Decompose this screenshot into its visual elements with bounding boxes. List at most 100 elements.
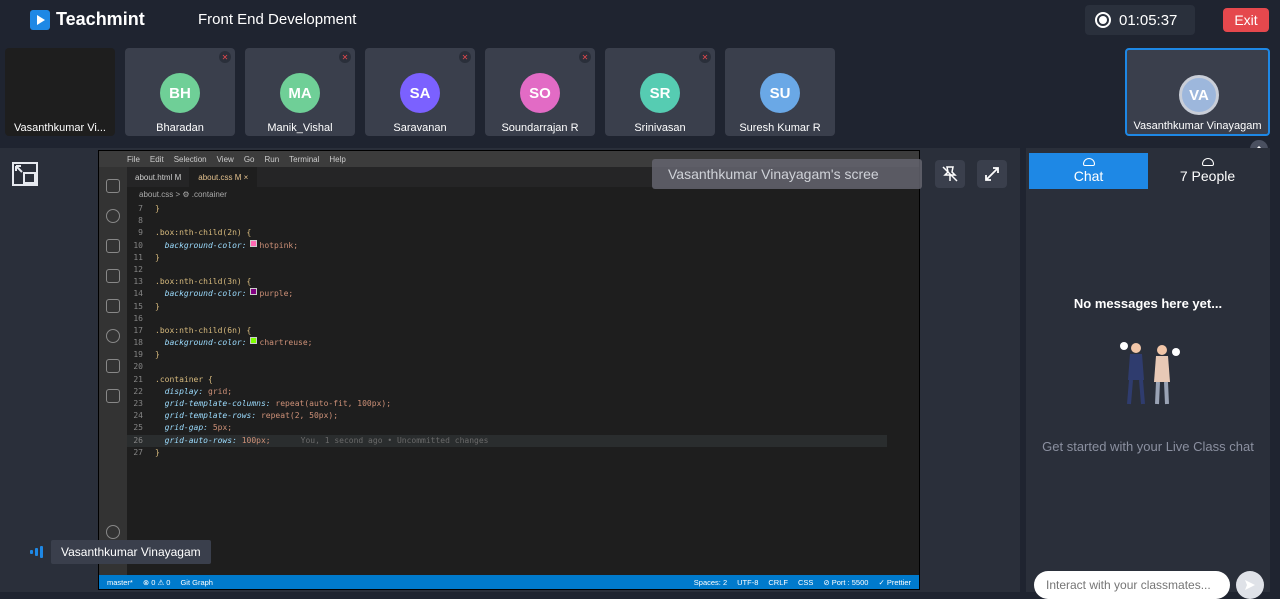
code-text: background-color:	[155, 289, 247, 299]
chat-input[interactable]	[1034, 571, 1230, 599]
line-number: 13	[133, 277, 143, 287]
code-line: 24 grid-template-rows: repeat(2, 50px);	[127, 410, 887, 422]
editor-menu-item: Go	[243, 154, 255, 164]
mic-off-icon: ✕	[459, 51, 471, 63]
tab-people-label: 7 People	[1179, 168, 1236, 184]
send-icon	[1245, 580, 1255, 590]
line-number: 23	[133, 399, 143, 408]
docker-icon	[106, 359, 120, 373]
shared-screen: File Edit Selection View Go Run Terminal Help a…	[98, 150, 920, 590]
code-line: 26 grid-auto-rows: 100px; You, 1 second a…	[127, 434, 887, 447]
editor-tab: about.css M ×	[190, 167, 258, 187]
speaker-name: Vasanthkumar Vinayagam	[51, 540, 211, 564]
code-value: 100px;	[241, 435, 271, 445]
mic-off-icon: ✕	[579, 51, 591, 63]
git-blame-annotation: You, 1 second ago • Uncommitted changes	[300, 435, 489, 445]
exit-button[interactable]: Exit	[1223, 8, 1269, 32]
participant-tile[interactable]: SR ✕ Srinivasan	[605, 48, 715, 136]
participant-name: Vasanthkumar Vi...	[14, 122, 106, 134]
participant-tile[interactable]: Vasanthkumar Vi...	[5, 48, 115, 136]
avatar: SA	[400, 73, 440, 113]
color-swatch	[249, 337, 257, 345]
editor-tab: about.html M	[127, 167, 191, 187]
code-line: 15}	[127, 301, 887, 313]
tab-chat[interactable]: Chat	[1029, 153, 1148, 189]
extensions-icon	[106, 299, 120, 313]
code-line: 9 .box:nth-child(2n) {	[127, 227, 887, 239]
code-text: .container {	[155, 374, 213, 384]
line-number: 22	[133, 386, 143, 396]
avatar: SR	[640, 73, 680, 113]
line-number: 19	[133, 350, 143, 360]
recording-timer[interactable]: 01:05:37	[1085, 5, 1195, 35]
line-number: 8	[138, 216, 143, 226]
code-line: 17 .box:nth-child(6n) {	[127, 325, 887, 337]
line-number: 9	[138, 228, 143, 238]
avatar: SO	[520, 73, 560, 113]
line-number: 24	[133, 411, 143, 421]
code-value: repeat(auto-fit, 100px);	[275, 399, 392, 408]
record-icon	[1095, 12, 1111, 28]
send-button[interactable]	[1236, 571, 1264, 599]
status-item: ⊘ Port : 5500	[823, 577, 869, 587]
tab-chat-label: Chat	[1073, 168, 1104, 184]
timer-text: 01:05:37	[1119, 11, 1178, 29]
avatar: BH	[160, 73, 200, 113]
code-line: 8	[127, 215, 887, 227]
code-line: 20	[127, 361, 887, 373]
empty-chat-title: No messages here yet...	[1073, 296, 1223, 311]
unpin-icon	[942, 166, 958, 182]
remote-icon	[106, 389, 120, 403]
code-text: .box:nth-child(6n) {	[155, 325, 252, 335]
code-value: purple;	[259, 289, 294, 299]
status-item: master*	[107, 577, 133, 587]
unpin-button[interactable]	[935, 160, 965, 188]
empty-chat-hint: Get started with your Live Class chat	[1042, 439, 1254, 454]
status-item: Git Graph	[180, 577, 213, 587]
participant-tile[interactable]: SA ✕ Saravanan	[365, 48, 475, 136]
code-text: background-color:	[155, 338, 247, 348]
participant-tile[interactable]: VA Vasanthkumar Vinayagam	[1125, 48, 1270, 136]
code-text: display:	[155, 386, 204, 396]
code-line: 23 grid-template-columns: repeat(auto-fi…	[127, 398, 887, 410]
line-number: 17	[133, 325, 143, 335]
line-number: 26	[133, 435, 143, 445]
line-number: 15	[133, 301, 143, 311]
line-number: 20	[133, 362, 143, 372]
status-right: Spaces: 2 UTF-8 CRLF CSS ⊘ Port : 5500 ✓ Pret…	[694, 578, 911, 587]
status-item: Spaces: 2	[693, 577, 728, 587]
avatar: SU	[760, 73, 800, 113]
teachmint-logo: Teachmint	[30, 9, 145, 30]
chat-illustration	[1120, 342, 1180, 405]
tab-people[interactable]: 7 People	[1148, 153, 1267, 189]
code-value: hotpink;	[259, 240, 299, 250]
participant-tile[interactable]: SO ✕ Soundarrajan R	[485, 48, 595, 136]
participant-name: Srinivasan	[634, 122, 686, 134]
line-number: 18	[133, 338, 143, 348]
code-line: 12	[127, 264, 887, 276]
participant-tile[interactable]: BH ✕ Bharadan	[125, 48, 235, 136]
code-text: grid-gap:	[155, 423, 208, 433]
line-number: 14	[133, 289, 143, 299]
editor-statusbar: master* ⊗ 0 ⚠ 0 Git Graph Spaces: 2 UTF-8 CRL…	[99, 575, 919, 589]
code-line: 18 background-color: chartreuse;	[127, 337, 887, 349]
code-value: repeat(2, 50px);	[260, 411, 339, 421]
participant-tile[interactable]: MA ✕ Manik_Vishal	[245, 48, 355, 136]
line-number: 12	[133, 264, 143, 274]
participant-name: Soundarrajan R	[501, 122, 579, 134]
code-line: 16	[127, 313, 887, 325]
audio-level-icon	[30, 546, 43, 558]
code-value: grid;	[208, 386, 233, 396]
panel-tabs: Chat 7 People	[1029, 153, 1267, 189]
picture-in-picture-icon[interactable]	[12, 162, 38, 186]
fullscreen-button[interactable]	[977, 160, 1007, 188]
explorer-icon	[106, 179, 120, 193]
participant-tile[interactable]: SU Suresh Kumar R	[725, 48, 835, 136]
editor-breadcrumb: about.css > ⚙ .container	[139, 189, 227, 199]
git-graph-icon	[106, 329, 120, 343]
participant-name: Manik_Vishal	[267, 122, 333, 134]
code-line: 27}	[127, 447, 887, 459]
class-title: Front End Development	[198, 11, 357, 28]
color-swatch	[249, 239, 257, 247]
editor-menu-item: File	[127, 154, 140, 164]
